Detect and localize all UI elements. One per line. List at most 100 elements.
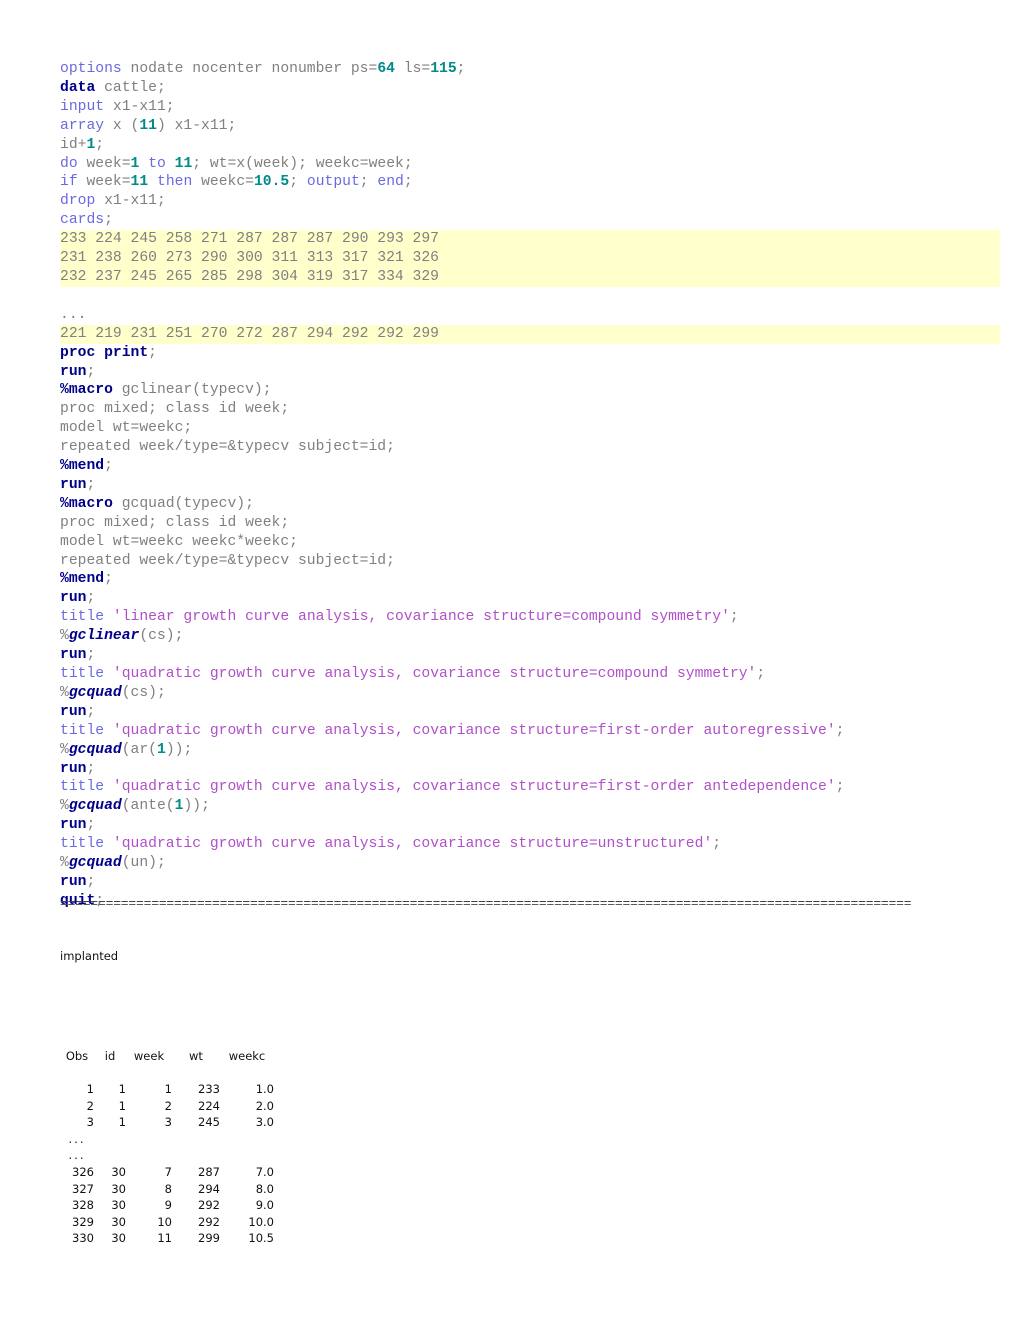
code-token: ; xyxy=(86,647,96,664)
table-row: 1 1 1 233 1.0 xyxy=(60,1081,274,1098)
table-cell: 1 xyxy=(164,1081,172,1096)
code-token: cards xyxy=(60,212,105,229)
code-token: week= xyxy=(77,155,131,172)
code-token: data xyxy=(60,79,96,96)
code-line: drop x1-x11; xyxy=(60,192,1000,211)
code-token: ; xyxy=(403,174,413,191)
code-line: run; xyxy=(60,703,1000,722)
table-cell: 224 xyxy=(198,1098,220,1113)
code-token: drop xyxy=(60,193,96,210)
code-line: title 'quadratic growth curve analysis, … xyxy=(60,835,1000,854)
code-token: ; xyxy=(86,476,96,493)
code-token: ; xyxy=(289,174,307,191)
code-token: (cs); xyxy=(139,628,184,645)
code-line: array x (11) x1-x11; xyxy=(60,117,1000,136)
table-cell: 30 xyxy=(111,1164,126,1179)
column-header-id: id xyxy=(104,1048,116,1063)
code-token: gcquad xyxy=(68,741,122,758)
code-token: 11 xyxy=(130,174,149,191)
code-line: %mend; xyxy=(60,457,1000,476)
table-row: 328 30 9 292 9.0 xyxy=(60,1197,274,1214)
table-cell: 11 xyxy=(157,1231,172,1246)
code-token: (cs); xyxy=(121,684,166,701)
table-cell: ... xyxy=(68,1148,86,1163)
code-token: 11 xyxy=(139,117,157,134)
table-cell: 3.0 xyxy=(255,1115,274,1130)
code-token: ... xyxy=(60,306,87,323)
document-page: options nodate nocenter nonumber ps=64 l… xyxy=(0,0,1020,1320)
table-cell: 330 xyxy=(72,1231,94,1246)
code-token: 'quadratic growth curve analysis, covari… xyxy=(112,836,713,853)
code-line: %macro gclinear(typecv); xyxy=(60,381,1000,400)
table-cell: 1.0 xyxy=(255,1081,274,1096)
table-cell: 7.0 xyxy=(255,1164,274,1179)
code-token: ; xyxy=(104,212,113,229)
table-cell: 7 xyxy=(164,1164,172,1179)
code-token: proc mixed; class id week; xyxy=(60,401,290,418)
code-token: % xyxy=(60,628,69,645)
code-line: 231 238 260 273 290 300 311 313 317 321 … xyxy=(60,249,1000,268)
table-cell xyxy=(172,1147,220,1164)
code-token: ; wt=x(week); weekc=week; xyxy=(192,155,413,172)
code-token: x1-x11; xyxy=(104,98,175,115)
code-token: ; xyxy=(86,760,96,777)
table-cell: ... xyxy=(68,1131,86,1146)
table-cell: 9.0 xyxy=(255,1198,274,1213)
table-row: 330 30 11 299 10.5 xyxy=(60,1230,274,1247)
table-body: 1 1 1 233 1.0 2 1 2 224 2.0 3 1 3 245 3.0... ... 326 30… xyxy=(60,1064,274,1247)
code-token: repeated week/type=&typecv subject=id; xyxy=(60,439,395,456)
code-token: title xyxy=(60,722,105,739)
code-line: %gcquad(un); xyxy=(60,854,1000,873)
code-token: ; xyxy=(835,779,845,796)
code-line: %gcquad(ar(1)); xyxy=(60,741,1000,760)
code-token: if xyxy=(60,174,78,191)
code-token: ) x1-x11; xyxy=(156,117,237,134)
code-token: do xyxy=(60,155,78,172)
code-line: run; xyxy=(60,589,1000,608)
code-line: do week=1 to 11; wt=x(week); weekc=week; xyxy=(60,155,1000,174)
table-cell: 299 xyxy=(198,1231,220,1246)
code-line: if week=11 then weekc=10.5; output; end; xyxy=(60,173,1000,192)
code-line: title 'quadratic growth curve analysis, … xyxy=(60,778,1000,797)
table-cell: 8 xyxy=(164,1181,172,1196)
table-cell xyxy=(172,1131,220,1148)
code-line: %gclinear(cs); xyxy=(60,627,1000,646)
table-row: ... xyxy=(60,1147,274,1164)
table-cell xyxy=(94,1147,126,1164)
code-token: id+ xyxy=(60,136,87,153)
table-cell: 1 xyxy=(118,1115,126,1130)
code-token: ; xyxy=(86,703,96,720)
code-token: %macro xyxy=(60,382,113,399)
code-line: %macro gcquad(typecv); xyxy=(60,495,1000,514)
table-cell: 30 xyxy=(111,1231,126,1246)
code-line: title 'quadratic growth curve analysis, … xyxy=(60,722,1000,741)
code-token: nodate nocenter nonumber ps= xyxy=(121,61,378,77)
code-line: %gcquad(cs); xyxy=(60,684,1000,703)
table-cell: 2.0 xyxy=(255,1098,274,1113)
code-token: week= xyxy=(77,174,131,191)
table-row: 2 1 2 224 2.0 xyxy=(60,1098,274,1115)
table-cell: 327 xyxy=(72,1181,94,1196)
code-token: run xyxy=(60,873,87,890)
code-line: options nodate nocenter nonumber ps=64 l… xyxy=(60,60,1000,79)
table-cell: 1 xyxy=(118,1081,126,1096)
code-token: title xyxy=(60,609,105,626)
table-row: ... xyxy=(60,1131,274,1148)
code-token: gclinear xyxy=(68,628,140,645)
code-line: repeated week/type=&typecv subject=id; xyxy=(60,552,1000,571)
table-cell: 3 xyxy=(86,1115,94,1130)
code-line: proc print; xyxy=(60,344,1000,363)
table-cell: 329 xyxy=(72,1214,94,1229)
table-spacer-cell xyxy=(60,1064,274,1081)
code-token: % xyxy=(60,855,69,872)
code-token: 221 219 231 251 270 272 287 294 292 292 … xyxy=(60,325,439,342)
code-token: gcquad xyxy=(68,798,122,815)
code-token: % xyxy=(60,741,69,758)
code-token: 64 xyxy=(377,61,395,77)
code-line: %gcquad(ante(1)); xyxy=(60,797,1000,816)
code-line: run; xyxy=(60,646,1000,665)
table-cell: 10 xyxy=(157,1214,172,1229)
